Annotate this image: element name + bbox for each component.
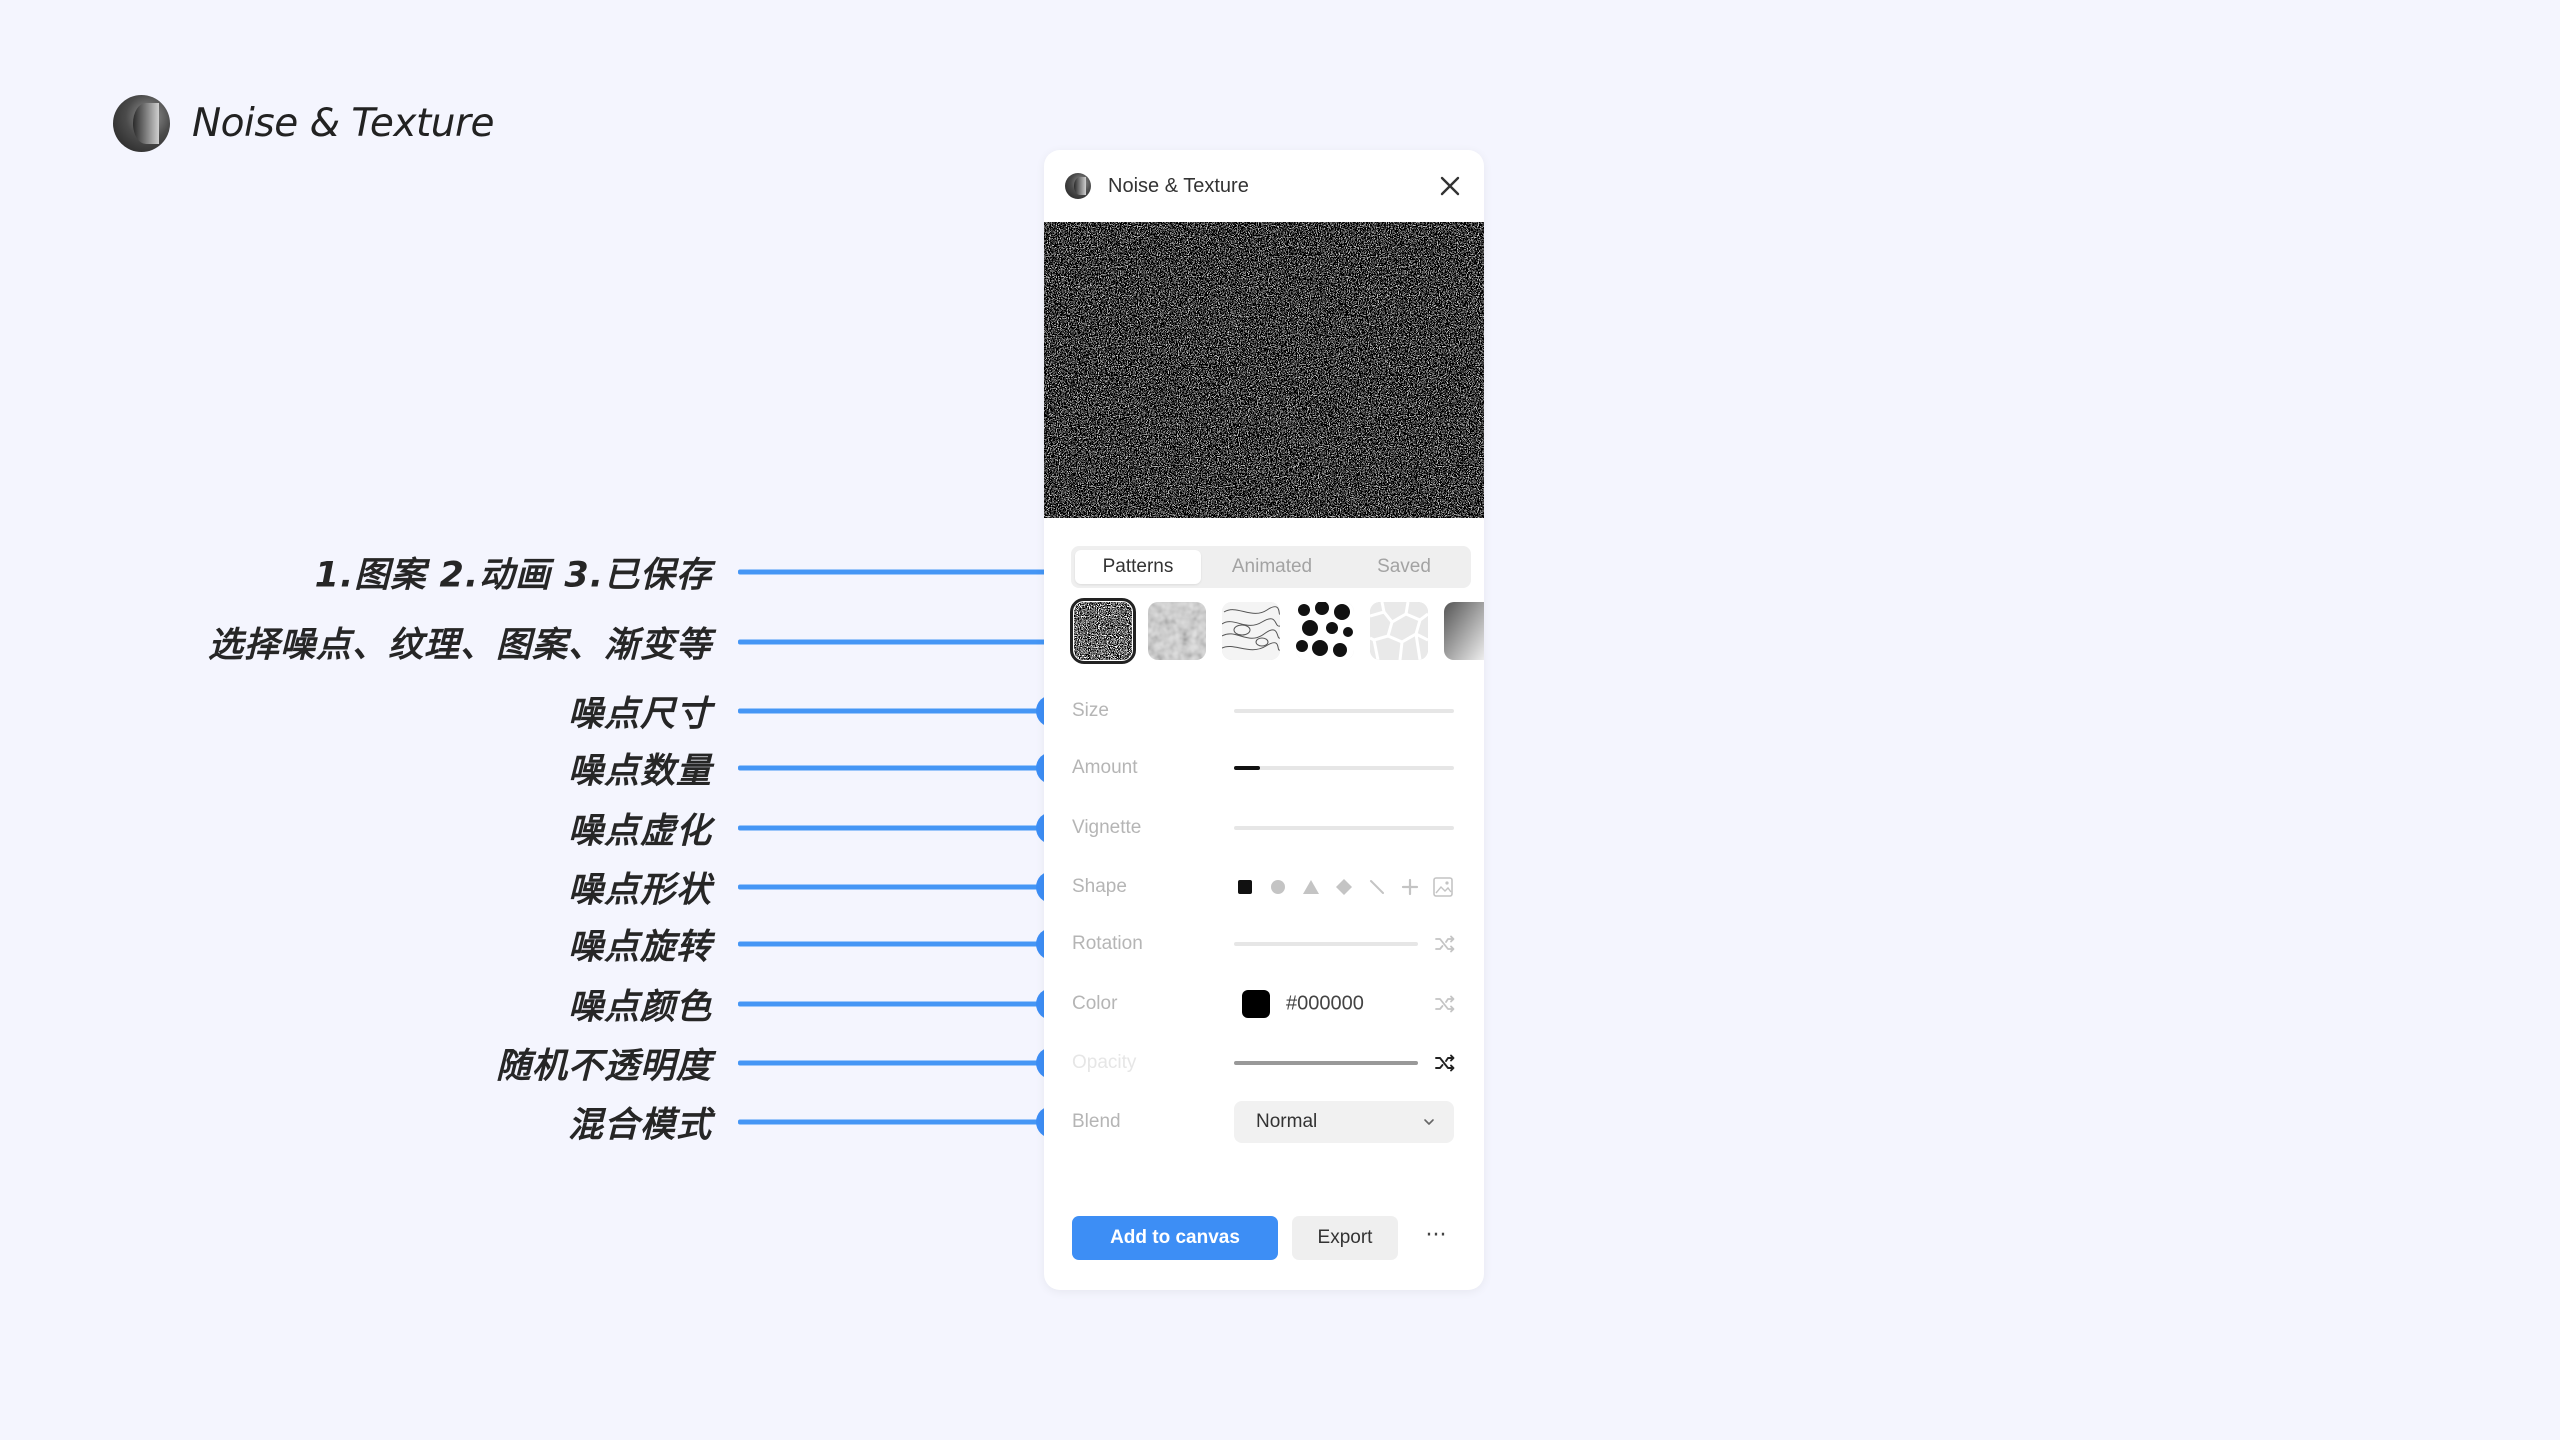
blend-mode-select[interactable]: Normal — [1234, 1101, 1454, 1143]
blend-label: Blend — [1072, 1111, 1121, 1132]
triangle-shape-icon[interactable] — [1300, 876, 1322, 898]
panel-title: Noise & Texture — [1108, 174, 1249, 197]
annotation-line-opacity — [738, 1060, 1052, 1066]
diamond-shape-icon[interactable] — [1333, 876, 1355, 898]
annotation-label-amount: 噪点数量 — [567, 751, 712, 792]
annotation-label-thumbnails: 选择噪点、纹理、图案、渐变等 — [207, 625, 712, 666]
rotation-label: Rotation — [1072, 933, 1143, 954]
amount-label: Amount — [1072, 757, 1138, 778]
thumbnail-blur-noise[interactable] — [1148, 602, 1206, 660]
annotation-line-vignette — [738, 825, 1052, 831]
plugin-panel: Noise & Texture Patterns Animated Saved — [1044, 150, 1484, 1290]
chevron-down-icon — [1424, 1119, 1434, 1125]
annotation-label-rotation: 噪点旋转 — [567, 927, 712, 968]
color-label: Color — [1072, 993, 1118, 1014]
annotation-label-blend: 混合模式 — [567, 1105, 712, 1146]
amount-slider-fill — [1234, 766, 1261, 770]
annotation-label-vignette: 噪点虚化 — [567, 811, 712, 852]
shape-options — [1234, 876, 1465, 898]
pattern-thumbnails — [1070, 598, 1484, 664]
opacity-shuffle-icon[interactable] — [1434, 1052, 1456, 1074]
thumbnail-cells[interactable] — [1370, 602, 1428, 660]
noise-texture-logo-icon — [1065, 173, 1091, 199]
close-icon[interactable] — [1436, 172, 1464, 200]
color-swatch[interactable] — [1242, 990, 1270, 1018]
export-button[interactable]: Export — [1292, 1216, 1398, 1260]
annotation-line-color — [738, 1001, 1052, 1007]
tab-patterns[interactable]: Patterns — [1075, 550, 1201, 584]
size-label: Size — [1072, 700, 1109, 721]
annotation-line-tabs — [738, 569, 1066, 575]
annotation-line-thumbnails — [738, 639, 1066, 645]
add-to-canvas-button[interactable]: Add to canvas — [1072, 1216, 1278, 1260]
pattern-tabs: Patterns Animated Saved — [1071, 546, 1471, 588]
more-options-button[interactable]: ··· — [1416, 1216, 1456, 1260]
opacity-label: Opacity — [1072, 1052, 1137, 1073]
annotation-label-shape: 噪点形状 — [567, 870, 712, 911]
vignette-slider[interactable] — [1234, 826, 1454, 830]
annotation-line-amount — [738, 765, 1052, 771]
amount-slider[interactable] — [1234, 766, 1454, 770]
brand-title: Noise & Texture — [192, 100, 495, 146]
noise-preview — [1044, 222, 1484, 518]
rotation-slider[interactable] — [1234, 942, 1418, 946]
image-shape-icon[interactable] — [1432, 876, 1454, 898]
color-hex-value[interactable]: #000000 — [1286, 993, 1364, 1016]
annotation-line-size — [738, 708, 1052, 714]
line-shape-icon[interactable] — [1366, 876, 1388, 898]
square-shape-icon[interactable] — [1234, 876, 1256, 898]
plus-shape-icon[interactable] — [1399, 876, 1421, 898]
blend-mode-value: Normal — [1256, 1111, 1318, 1132]
annotation-label-opacity: 随机不透明度 — [495, 1046, 712, 1087]
annotation-label-size: 噪点尺寸 — [567, 694, 712, 735]
thumbnail-gradient[interactable] — [1444, 602, 1484, 660]
annotation-label-tabs: 1.图案 2.动画 3.已保存 — [314, 555, 712, 596]
noise-texture-logo-icon — [113, 94, 170, 152]
vignette-label: Vignette — [1072, 817, 1142, 838]
annotation-label-color: 噪点颜色 — [567, 987, 712, 1028]
thumbnail-blobs[interactable] — [1296, 602, 1354, 660]
annotation-line-rotation — [738, 941, 1052, 947]
brand-header: Noise & Texture — [113, 93, 495, 153]
tab-animated[interactable]: Animated — [1209, 550, 1335, 584]
rotation-shuffle-icon[interactable] — [1434, 933, 1456, 955]
annotation-line-shape — [738, 884, 1052, 890]
tab-saved[interactable]: Saved — [1341, 550, 1467, 584]
panel-header: Noise & Texture — [1044, 150, 1484, 222]
color-shuffle-icon[interactable] — [1434, 993, 1456, 1015]
shape-label: Shape — [1072, 876, 1127, 897]
thumbnail-noise[interactable] — [1070, 598, 1136, 664]
size-slider[interactable] — [1234, 709, 1454, 713]
opacity-slider[interactable] — [1234, 1061, 1418, 1065]
annotation-line-blend — [738, 1119, 1052, 1125]
circle-shape-icon[interactable] — [1267, 876, 1289, 898]
thumbnail-contour[interactable] — [1222, 602, 1280, 660]
